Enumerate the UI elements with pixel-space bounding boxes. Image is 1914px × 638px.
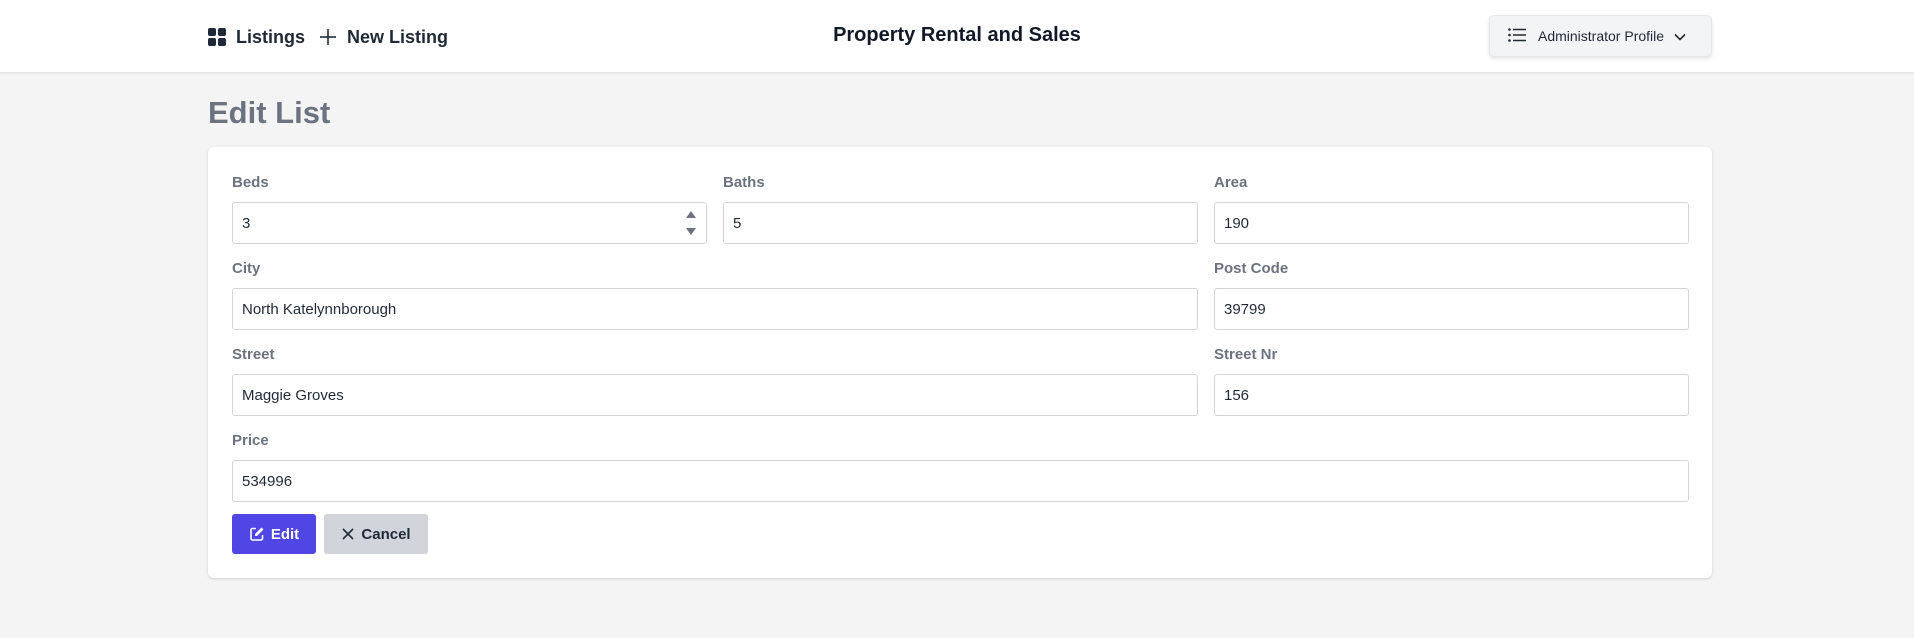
area-value: 190 [1224,214,1250,232]
street-nr-label: Street Nr [1214,346,1278,363]
street-nr-input[interactable]: 156 [1214,374,1689,416]
edit-listing-form: Beds 3 Baths 5 Area 190 City North Katel… [208,147,1712,578]
stepper-up-icon[interactable] [686,211,696,218]
profile-label: Administrator Profile [1538,28,1665,44]
edit-button-label: Edit [270,525,300,543]
city-field-group: City North Katelynnborough [232,260,1198,330]
city-value: North Katelynnborough [242,300,397,318]
plus-icon [319,28,337,46]
post-code-input[interactable]: 39799 [1214,288,1689,330]
price-input[interactable]: 534996 [232,460,1689,502]
listings-link[interactable]: Listings [208,27,305,48]
edit-icon [249,526,271,542]
baths-field-group: Baths 5 [723,174,1198,244]
beds-value: 3 [242,214,251,232]
city-input[interactable]: North Katelynnborough [232,288,1198,330]
street-label: Street [232,346,275,363]
price-field-group: Price 534996 [232,432,1689,502]
cancel-button-label: Cancel [361,525,411,543]
post-code-value: 39799 [1224,300,1266,318]
post-code-label: Post Code [1214,260,1289,277]
area-input[interactable]: 190 [1214,202,1689,244]
top-navbar: Listings New Listing Property Rental and… [0,0,1914,73]
price-value: 534996 [242,472,293,490]
beds-input[interactable]: 3 [232,202,707,244]
beds-field-group: Beds 3 [232,174,707,244]
chevron-down-icon [1674,28,1686,44]
baths-label: Baths [723,174,765,191]
street-value: Maggie Groves [242,386,344,404]
street-nr-field-group: Street Nr 156 [1214,346,1689,416]
cancel-button[interactable]: Cancel [324,514,428,554]
area-label: Area [1214,174,1248,191]
list-icon [1508,27,1526,45]
street-nr-value: 156 [1224,386,1250,404]
close-icon [341,527,361,541]
page-title: Edit List [208,95,331,130]
nav-links: Listings New Listing [208,22,448,52]
listings-link-label: Listings [236,26,306,47]
new-listing-link-label: New Listing [347,26,449,47]
baths-input[interactable]: 5 [723,202,1198,244]
baths-value: 5 [733,214,742,232]
grid-icon [208,28,226,46]
new-listing-link[interactable]: New Listing [305,27,448,48]
beds-stepper[interactable] [686,211,696,235]
beds-label: Beds [232,174,269,191]
street-field-group: Street Maggie Groves [232,346,1198,416]
city-label: City [232,260,261,277]
post-code-field-group: Post Code 39799 [1214,260,1689,330]
price-label: Price [232,432,269,449]
stepper-down-icon[interactable] [686,228,696,235]
profile-dropdown-button[interactable]: Administrator Profile [1489,15,1712,57]
edit-button[interactable]: Edit [232,514,316,554]
street-input[interactable]: Maggie Groves [232,374,1198,416]
area-field-group: Area 190 [1214,174,1689,244]
